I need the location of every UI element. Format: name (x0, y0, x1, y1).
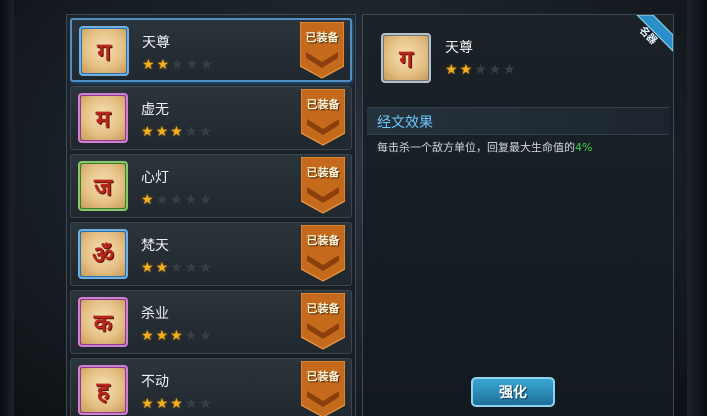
star-icon: ★ (474, 62, 487, 78)
detail-scripture-icon: ग (381, 33, 431, 83)
scripture-rune-icon: ग (97, 36, 111, 66)
star-icon: ★ (184, 260, 198, 276)
star-icon: ★ (170, 124, 183, 140)
scripture-name: 梵天 (141, 238, 169, 254)
section-title: 经文效果 (377, 115, 433, 131)
scripture-name: 心灯 (141, 170, 169, 186)
star-icon: ★ (155, 328, 169, 344)
scripture-icon-frame: ज (78, 161, 128, 211)
star-icon: ★ (199, 328, 212, 344)
detail-title: 天尊 (445, 40, 473, 56)
scripture-icon-frame: क (78, 297, 128, 347)
star-icon: ★ (141, 124, 154, 140)
star-icon: ★ (142, 57, 155, 73)
scripture-list-item[interactable]: ॐ 梵天 ★ ★ ★ ★ ★ 已装备 (70, 222, 352, 286)
effect-description-text: 每击杀一个敌方单位，回复最大生命值的 (377, 141, 575, 154)
star-icon: ★ (141, 260, 154, 276)
star-icon: ★ (171, 57, 184, 73)
star-icon: ★ (488, 62, 502, 78)
equipped-label: 已装备 (306, 370, 340, 383)
star-icon: ★ (459, 62, 473, 78)
scripture-name: 天尊 (142, 35, 170, 51)
left-edge-decoration (0, 0, 14, 416)
equipped-label: 已装备 (306, 98, 340, 111)
scripture-icon-frame: ह (78, 365, 128, 415)
scripture-rune-icon: ग (399, 43, 413, 73)
effect-description: 每击杀一个敌方单位，回复最大生命值的4% (377, 139, 592, 155)
right-edge-decoration (687, 0, 707, 416)
equipped-label: 已装备 (306, 234, 340, 247)
star-icon: ★ (141, 328, 154, 344)
scripture-list[interactable]: ग 天尊 ★ ★ ★ ★ ★ 已装备 म 虚无 ★ ★ ★ ★ ★ 已装备 ज 心灯 ★ ★ ★ ★ ★ 已装备 ॐ 梵天 ★ ★ ★ ★… (70, 18, 354, 416)
star-rating: ★ ★ ★ ★ ★ (141, 397, 212, 411)
scripture-detail-panel: 名器 ग 天尊 ★ ★ ★ ★ ★ 经文效果 每击杀一个敌方单位，回复最大生命值的4% … (362, 14, 674, 416)
star-icon: ★ (155, 124, 169, 140)
star-icon: ★ (503, 62, 516, 78)
equipped-badge: 已装备 (301, 157, 345, 215)
scripture-list-item[interactable]: ह 不动 ★ ★ ★ ★ ★ 已装备 (70, 358, 352, 416)
star-icon: ★ (184, 192, 198, 208)
scripture-rune-icon: म (95, 103, 111, 133)
star-rating: ★ ★ ★ ★ ★ (142, 58, 213, 72)
scripture-icon-frame: ग (79, 26, 129, 76)
star-icon: ★ (170, 260, 183, 276)
star-icon: ★ (199, 396, 212, 412)
star-rating: ★ ★ ★ ★ ★ (141, 193, 212, 207)
scripture-icon-frame: म (78, 93, 128, 143)
equipped-badge: 已装备 (301, 225, 345, 283)
scripture-list-item[interactable]: ज 心灯 ★ ★ ★ ★ ★ 已装备 (70, 154, 352, 218)
star-icon: ★ (155, 260, 169, 276)
star-icon: ★ (445, 62, 458, 78)
star-rating: ★ ★ ★ ★ ★ (141, 125, 212, 139)
scripture-icon-frame: ॐ (78, 229, 128, 279)
star-icon: ★ (184, 328, 198, 344)
star-icon: ★ (199, 124, 212, 140)
star-icon: ★ (170, 396, 183, 412)
detail-star-rating: ★ ★ ★ ★ ★ (445, 63, 516, 77)
scripture-name: 虚无 (141, 102, 169, 118)
equipped-label: 已装备 (305, 31, 339, 44)
star-icon: ★ (155, 192, 169, 208)
scripture-list-item[interactable]: ग 天尊 ★ ★ ★ ★ ★ 已装备 (70, 18, 352, 82)
star-icon: ★ (200, 57, 213, 73)
scripture-rune-icon: ह (96, 375, 110, 405)
star-icon: ★ (141, 192, 154, 208)
equipped-label: 已装备 (306, 302, 340, 315)
section-header: 经文效果 (367, 107, 669, 135)
scripture-rune-icon: क (93, 307, 113, 337)
effect-value: 4% (575, 141, 593, 154)
equipped-badge: 已装备 (300, 22, 344, 80)
equipped-badge: 已装备 (301, 89, 345, 147)
enhance-button[interactable]: 强化 (471, 377, 555, 407)
star-icon: ★ (156, 57, 170, 73)
scripture-list-item[interactable]: म 虚无 ★ ★ ★ ★ ★ 已装备 (70, 86, 352, 150)
scripture-list-item[interactable]: क 杀业 ★ ★ ★ ★ ★ 已装备 (70, 290, 352, 354)
scripture-name: 不动 (141, 374, 169, 390)
star-rating: ★ ★ ★ ★ ★ (141, 261, 212, 275)
scripture-name: 杀业 (141, 306, 169, 322)
star-rating: ★ ★ ★ ★ ★ (141, 329, 212, 343)
star-icon: ★ (184, 396, 198, 412)
star-icon: ★ (141, 396, 154, 412)
corner-tag: 名器 (629, 15, 673, 59)
star-icon: ★ (199, 192, 212, 208)
equipped-badge: 已装备 (301, 361, 345, 416)
star-icon: ★ (185, 57, 199, 73)
star-icon: ★ (184, 124, 198, 140)
star-icon: ★ (170, 328, 183, 344)
scripture-rune-icon: ज (94, 171, 112, 201)
equipped-badge: 已装备 (301, 293, 345, 351)
star-icon: ★ (199, 260, 212, 276)
star-icon: ★ (170, 192, 183, 208)
equipped-label: 已装备 (306, 166, 340, 179)
star-icon: ★ (155, 396, 169, 412)
scripture-rune-icon: ॐ (92, 239, 114, 269)
